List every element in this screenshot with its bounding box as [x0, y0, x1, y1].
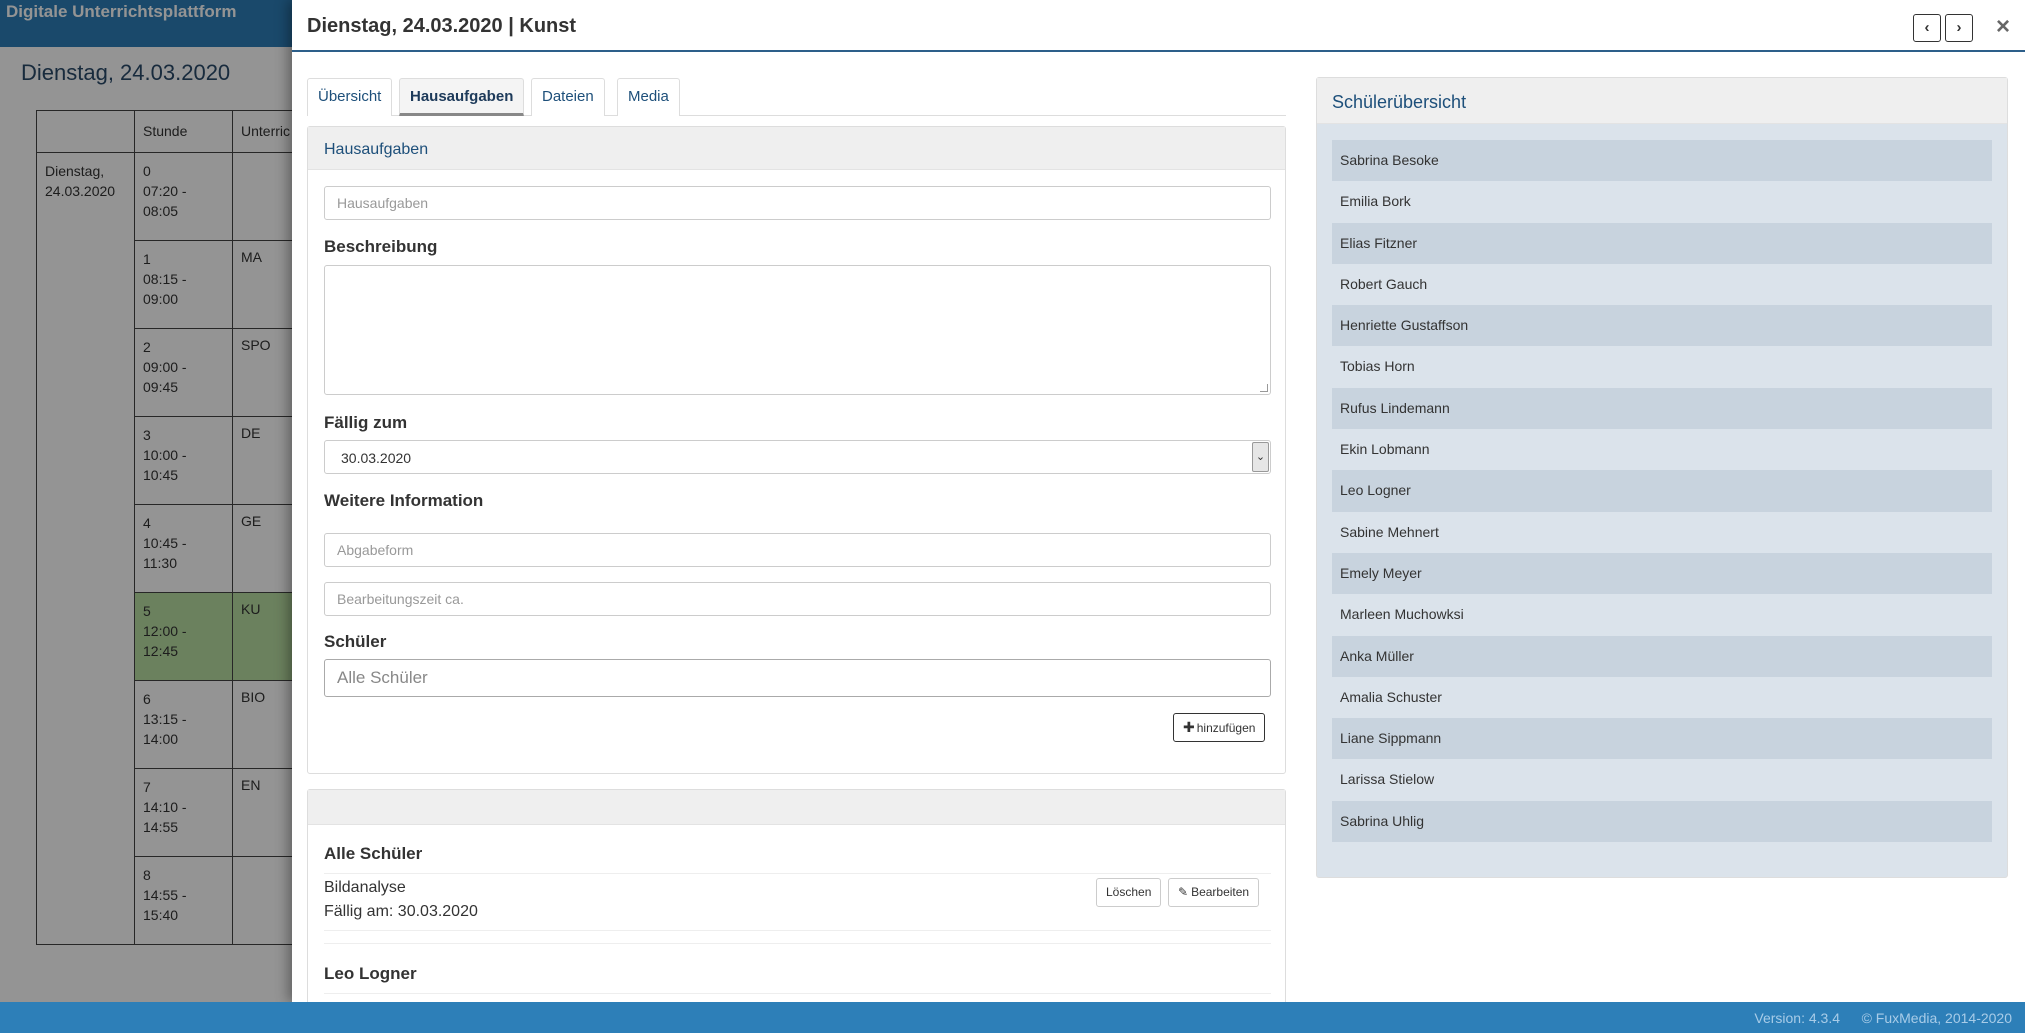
description-textarea[interactable]: [324, 265, 1271, 395]
list-item[interactable]: Sabine Mehnert: [1332, 512, 1992, 553]
list-item[interactable]: Liane Sippmann: [1332, 718, 1992, 760]
divider: [324, 993, 1271, 994]
version-text: Version: 4.3.4: [1754, 1010, 1840, 1026]
list-item[interactable]: Amalia Schuster: [1332, 677, 1992, 718]
due-date-select[interactable]: 30.03.2020 ⌄: [324, 440, 1271, 474]
list-item[interactable]: Sabrina Besoke: [1332, 140, 1992, 182]
students-label: Schüler: [324, 632, 387, 651]
list-item[interactable]: Leo Logner: [1332, 470, 1992, 512]
plus-icon: ✚: [1183, 719, 1195, 735]
description-label: Beschreibung: [324, 237, 438, 256]
next-button[interactable]: ›: [1945, 14, 1973, 42]
list-item[interactable]: Emilia Bork: [1332, 181, 1992, 222]
list-item[interactable]: Anka Müller: [1332, 635, 1992, 677]
due-date-value: 30.03.2020: [341, 450, 412, 466]
duration-input[interactable]: Bearbeitungszeit ca.: [324, 582, 1271, 616]
list-item[interactable]: Henriette Gustaffson: [1332, 305, 1992, 347]
footer: Version: 4.3.4 © FuxMedia, 2014-2020: [0, 1002, 2025, 1033]
list-item[interactable]: Larissa Stielow: [1332, 759, 1992, 800]
due-date-label: Fällig zum: [324, 413, 408, 432]
submission-form-input[interactable]: Abgabeform: [324, 533, 1271, 567]
modal-main: Übersicht Hausaufgaben Dateien Media Hau…: [307, 78, 1286, 1002]
modal-title: Dienstag, 24.03.2020 | Kunst: [307, 15, 577, 37]
homework-task: Bildanalyse: [324, 879, 406, 896]
homework-due: Fällig am: 30.03.2020: [324, 903, 478, 920]
tab-files[interactable]: Dateien: [531, 78, 605, 116]
list-item[interactable]: Marleen Muchowksi: [1332, 594, 1992, 635]
tab-bar: Übersicht Hausaufgaben Dateien Media: [307, 78, 1286, 116]
student-list: Sabrina Besoke Emilia Bork Elias Fitzner…: [1332, 140, 1992, 843]
student-overview-panel: Schülerübersicht Sabrina Besoke Emilia B…: [1316, 77, 2008, 878]
panel-title: Hausaufgaben: [308, 127, 1285, 170]
list-item[interactable]: Robert Gauch: [1332, 264, 1992, 305]
homework-list-panel: Alle Schüler Bildanalyse Fällig am: 30.0…: [307, 789, 1286, 1002]
resize-handle-icon[interactable]: [1260, 384, 1268, 392]
modal-header: Dienstag, 24.03.2020 | Kunst ‹ › ×: [292, 0, 2025, 52]
copyright-text: © FuxMedia, 2014-2020: [1861, 1010, 2012, 1026]
divider: [324, 943, 1271, 944]
add-homework-button[interactable]: ✚ hinzufügen: [1173, 713, 1266, 742]
students-select[interactable]: Alle Schüler: [324, 659, 1271, 697]
list-item[interactable]: Ekin Lobmann: [1332, 429, 1992, 470]
edit-button[interactable]: ✎ Bearbeiten: [1168, 878, 1260, 907]
lesson-modal: Dienstag, 24.03.2020 | Kunst ‹ › × Übers…: [292, 0, 2025, 1002]
list-item[interactable]: Elias Fitzner: [1332, 222, 1992, 264]
list-item[interactable]: Rufus Lindemann: [1332, 387, 1992, 430]
tab-overview[interactable]: Übersicht: [307, 78, 393, 116]
delete-button[interactable]: Löschen: [1096, 878, 1162, 907]
group-title: Leo Logner: [324, 964, 417, 983]
previous-button[interactable]: ‹: [1913, 14, 1941, 42]
more-info-label: Weitere Information: [324, 491, 484, 510]
student-overview-title: Schülerübersicht: [1317, 78, 2007, 124]
homework-form-panel: Hausaufgaben Hausaufgaben Beschreibung F…: [307, 126, 1286, 774]
list-item[interactable]: Emely Meyer: [1332, 552, 1992, 595]
list-item[interactable]: Tobias Horn: [1332, 346, 1992, 387]
list-panel-header: [308, 790, 1285, 825]
group-title: Alle Schüler: [324, 844, 423, 863]
homework-title-input[interactable]: Hausaufgaben: [324, 186, 1271, 220]
tab-media[interactable]: Media: [617, 78, 680, 116]
divider: [324, 873, 1271, 874]
chevron-down-icon[interactable]: ⌄: [1252, 442, 1269, 472]
close-icon[interactable]: ×: [1996, 14, 2010, 40]
edit-icon: ✎: [1178, 885, 1189, 899]
divider: [324, 930, 1271, 931]
list-item[interactable]: Sabrina Uhlig: [1332, 800, 1992, 843]
tab-homework[interactable]: Hausaufgaben: [399, 78, 525, 116]
